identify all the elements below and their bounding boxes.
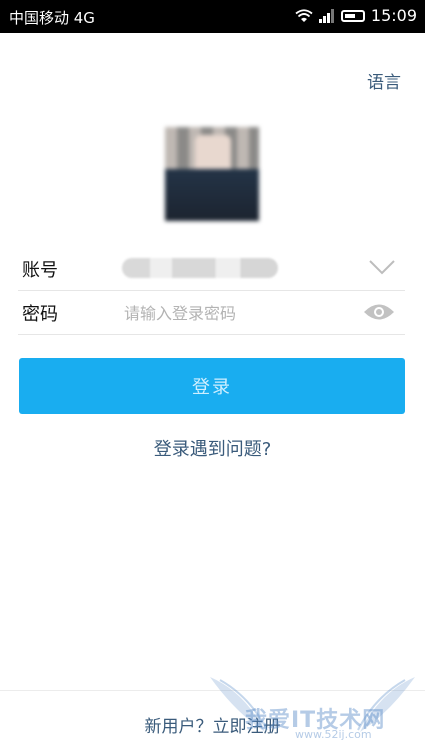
login-problem-link[interactable]: 登录遇到问题? [0, 435, 425, 461]
account-value-blurred[interactable] [122, 258, 278, 278]
signal-icon [318, 8, 334, 23]
wifi-icon [295, 8, 313, 22]
password-row[interactable]: 密码 [18, 290, 405, 335]
language-link[interactable]: 语言 [367, 68, 401, 93]
clock: 15:09 [370, 6, 417, 25]
password-label: 密码 [22, 304, 58, 325]
avatar-shirt [165, 169, 259, 221]
avatar [165, 127, 259, 221]
status-bar: 中国移动 4G 15:09 [0, 0, 425, 33]
eye-icon[interactable] [363, 303, 395, 321]
account-row[interactable]: 账号 [18, 246, 405, 291]
status-icons: 15:09 [295, 6, 417, 25]
account-label: 账号 [22, 260, 58, 281]
battery-icon [340, 9, 365, 22]
carrier-label: 中国移动 4G [9, 9, 95, 27]
password-input[interactable] [122, 298, 346, 328]
login-button[interactable]: 登录 [19, 358, 405, 414]
chevron-down-icon[interactable] [369, 259, 395, 275]
register-link[interactable]: 新用户？立即注册 [0, 712, 425, 737]
bottom-divider [0, 690, 425, 691]
